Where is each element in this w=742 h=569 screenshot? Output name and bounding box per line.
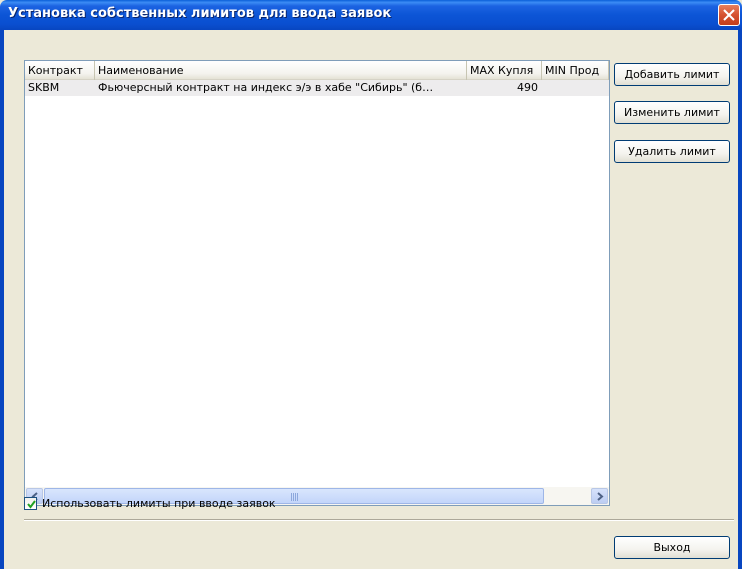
arrow-right-icon — [597, 492, 604, 501]
edit-limit-button[interactable]: Изменить лимит — [614, 101, 730, 124]
grip-icon — [291, 493, 299, 501]
use-limits-label: Использовать лимиты при вводе заявок — [42, 497, 276, 510]
cell-name: Фьючерсный контракт на индекс э/э в хабе… — [98, 81, 434, 94]
dialog-client-area: Контракт Наименование MAX Купля MIN Прод… — [4, 30, 738, 569]
title-bar[interactable]: Установка собственных лимитов для ввода … — [0, 0, 742, 30]
checkbox-box[interactable] — [24, 497, 37, 510]
window-title: Установка собственных лимитов для ввода … — [8, 6, 392, 21]
close-icon — [723, 9, 735, 21]
column-header-max-buy[interactable]: MAX Купля — [467, 61, 542, 80]
limits-list[interactable]: Контракт Наименование MAX Купля MIN Прод… — [24, 60, 610, 506]
cell-contract: SKBM — [28, 81, 60, 94]
column-header-contract[interactable]: Контракт — [25, 61, 95, 80]
checkmark-icon — [27, 500, 36, 509]
window-frame-right — [738, 30, 742, 569]
exit-button[interactable]: Выход — [614, 536, 730, 559]
scroll-right-button[interactable] — [591, 488, 608, 504]
cell-max-buy: 490 — [517, 81, 538, 94]
delete-limit-button[interactable]: Удалить лимит — [614, 140, 730, 163]
separator — [24, 519, 734, 521]
table-row[interactable]: SKBM Фьючерсный контракт на индекс э/э в… — [25, 80, 609, 96]
dialog-window: Установка собственных лимитов для ввода … — [0, 0, 742, 569]
column-header-name[interactable]: Наименование — [95, 61, 467, 80]
close-button[interactable] — [718, 4, 740, 26]
list-header: Контракт Наименование MAX Купля MIN Прод — [25, 61, 609, 80]
cell-min-sell — [542, 80, 609, 96]
column-header-min-sell[interactable]: MIN Прод — [542, 61, 609, 80]
add-limit-button[interactable]: Добавить лимит — [614, 63, 730, 86]
